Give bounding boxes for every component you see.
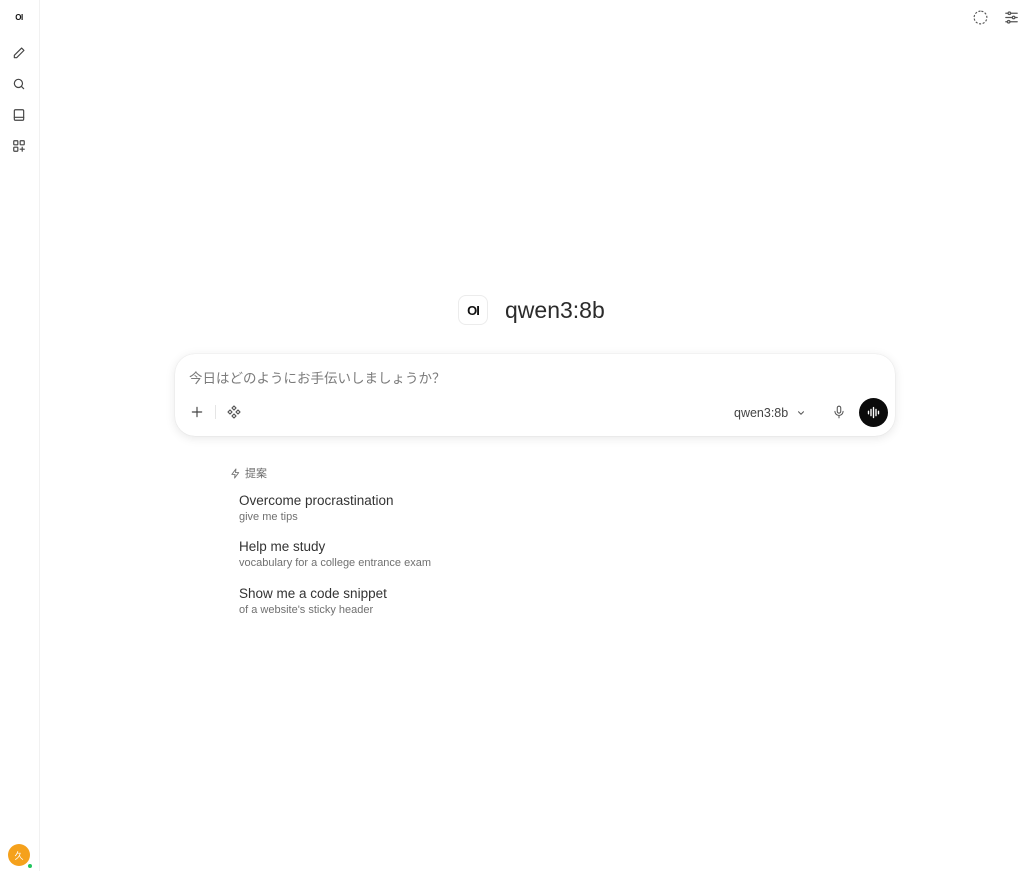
integrations-button[interactable] [224, 402, 244, 422]
plus-icon [191, 406, 203, 418]
chevron-down-icon [798, 411, 805, 415]
waveform-icon [867, 406, 880, 419]
controls-icon [1004, 10, 1018, 24]
microphone-icon [834, 405, 844, 419]
chat-input-box: qwen3:8b [175, 354, 895, 436]
voice-mode-button[interactable] [859, 398, 888, 427]
tools-icon [227, 405, 241, 419]
suggestion-title: Show me a code snippet [239, 586, 387, 601]
suggestions-header: 提案 [230, 465, 267, 481]
suggestion-subtitle: of a website's sticky header [239, 604, 374, 616]
suggestion-subtitle: give me tips [239, 511, 298, 523]
workspace-button[interactable] [6, 134, 32, 158]
notebook-icon [13, 109, 25, 121]
sidebar: OI 久 [0, 0, 40, 871]
controls-button[interactable] [1000, 6, 1022, 28]
suggestion-item[interactable]: Overcome procrastination give me tips [239, 492, 639, 525]
model-header: OI qwen3:8b [458, 294, 605, 326]
dictate-button[interactable] [830, 401, 848, 423]
model-selector-label: qwen3:8b [734, 406, 789, 420]
pencil-icon [13, 47, 25, 59]
new-chat-button[interactable] [6, 41, 32, 65]
suggestion-subtitle: vocabulary for a college entrance exam [239, 557, 431, 569]
user-avatar[interactable]: 久 [8, 844, 30, 866]
model-logo: OI [458, 295, 488, 325]
suggestion-item[interactable]: Help me study vocabulary for a college e… [239, 538, 639, 571]
suggestions-label: 提案 [245, 467, 267, 480]
model-name[interactable]: qwen3:8b [505, 297, 605, 324]
search-button[interactable] [6, 72, 32, 96]
online-status-dot [27, 863, 33, 869]
temporary-chat-icon [973, 10, 987, 24]
app-logo[interactable]: OI [8, 8, 30, 26]
suggestion-title: Help me study [239, 539, 326, 554]
input-divider [215, 405, 216, 419]
suggestion-title: Overcome procrastination [239, 493, 394, 508]
add-attachment-button[interactable] [187, 402, 207, 422]
notes-button[interactable] [6, 103, 32, 127]
search-icon [13, 78, 25, 90]
suggestion-item[interactable]: Show me a code snippet of a website's st… [239, 585, 639, 618]
grid-plus-icon [13, 140, 25, 152]
prompt-input[interactable] [189, 368, 869, 390]
lightning-icon [231, 467, 240, 479]
temporary-chat-button[interactable] [969, 6, 991, 28]
model-selector[interactable]: qwen3:8b [734, 403, 806, 423]
